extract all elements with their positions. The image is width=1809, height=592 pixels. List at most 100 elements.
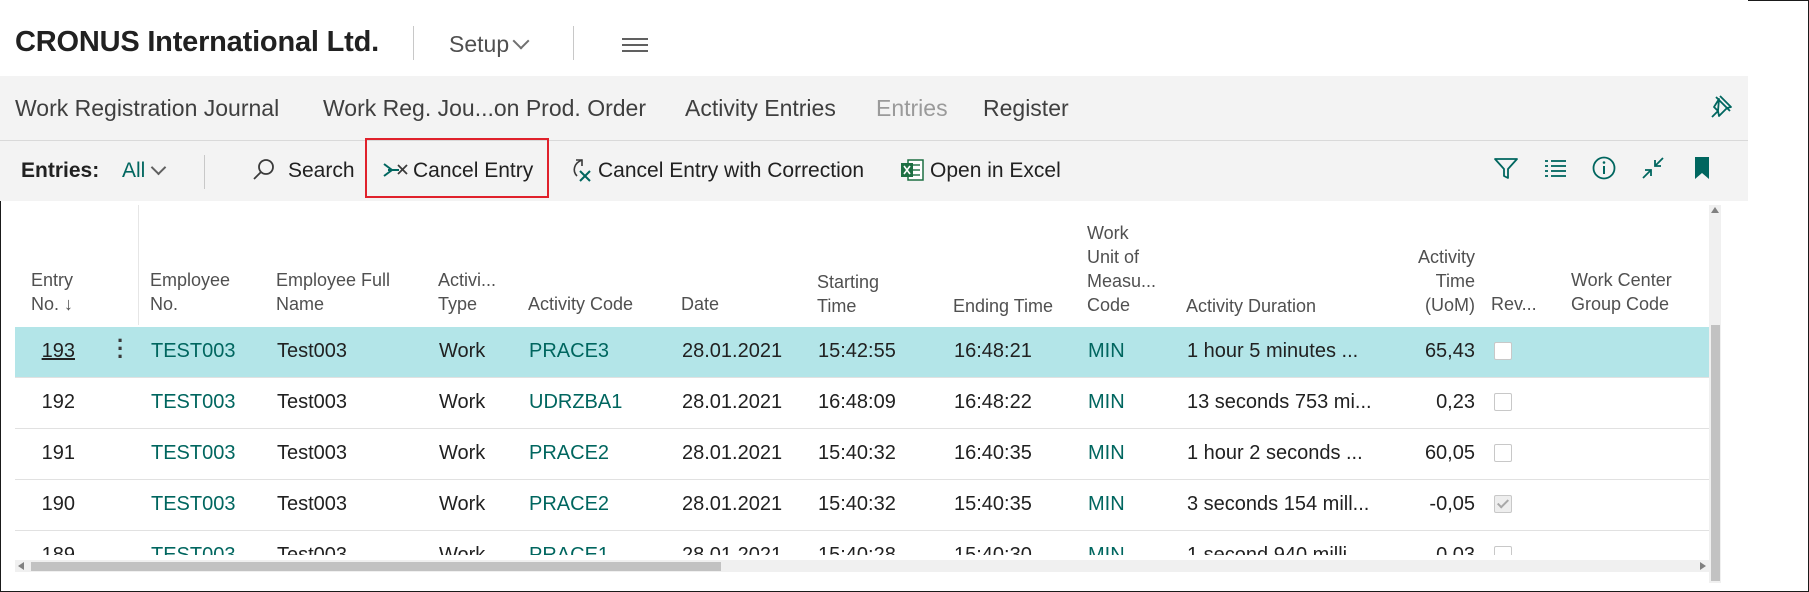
vertical-scroll-thumb[interactable] xyxy=(1711,325,1720,581)
pin-icon[interactable] xyxy=(1706,93,1734,121)
reversed-checkbox[interactable] xyxy=(1494,495,1512,513)
cell-employee-no[interactable]: TEST003 xyxy=(151,544,235,555)
cell-activity-time: -0,05 xyxy=(1429,493,1475,515)
cell-activity-type: Work xyxy=(439,493,486,515)
hamburger-menu-icon[interactable] xyxy=(622,38,648,56)
horizontal-scroll-thumb[interactable] xyxy=(31,562,721,571)
reversed-checkbox[interactable] xyxy=(1494,342,1512,360)
table-row[interactable]: 191 TEST003 Test003 Work PRACE2 28.01.20… xyxy=(15,429,1715,480)
row-actions-icon[interactable]: · · · xyxy=(117,330,124,368)
nav-activity-entries[interactable]: Activity Entries xyxy=(685,95,836,122)
cell-activity-duration: 1 second 940 milli... xyxy=(1187,544,1364,555)
search-label: Search xyxy=(288,159,355,182)
cancel-entry-highlight xyxy=(365,138,549,198)
col-activity-type[interactable]: Activi... Type xyxy=(438,268,496,316)
setup-label: Setup xyxy=(449,31,510,57)
cell-uom[interactable]: MIN xyxy=(1088,442,1125,465)
cell-activity-duration: 3 seconds 154 mill... xyxy=(1187,493,1370,515)
cell-date: 28.01.2021 xyxy=(682,493,783,515)
table-row[interactable]: 190 TEST003 Test003 Work PRACE2 28.01.20… xyxy=(15,480,1715,531)
horizontal-scrollbar[interactable] xyxy=(15,560,1709,572)
col-work-unit-line1: Work xyxy=(1087,223,1129,243)
entries-filter-dropdown[interactable]: All xyxy=(122,159,167,183)
cell-activity-code[interactable]: PRACE2 xyxy=(529,442,609,465)
col-date[interactable]: Date xyxy=(681,292,719,316)
cell-employee-name: Test003 xyxy=(277,493,348,515)
cell-activity-code[interactable]: PRACE2 xyxy=(529,493,609,516)
info-icon[interactable] xyxy=(1591,155,1617,181)
nav-entries[interactable]: Entries xyxy=(876,95,948,122)
nav-work-reg-prod-order[interactable]: Work Reg. Jou...on Prod. Order xyxy=(323,95,646,122)
col-ending-time[interactable]: Ending Time xyxy=(953,294,1053,318)
col-entry-no[interactable]: Entry No. ↓ xyxy=(31,268,73,316)
col-work-unit-line2: Unit of xyxy=(1087,247,1140,267)
entries-grid: Entry No. ↓ Employee No. Employee Full N… xyxy=(15,205,1715,555)
cell-activity-type: Work xyxy=(439,442,486,464)
cell-activity-code[interactable]: PRACE3 xyxy=(529,340,609,363)
nav-register[interactable]: Register xyxy=(983,95,1069,122)
col-employee-no-line1: Employee xyxy=(150,270,231,290)
cell-employee-name: Test003 xyxy=(277,442,348,464)
setup-menu[interactable]: Setup xyxy=(449,31,530,58)
cancel-correction-icon xyxy=(573,159,591,182)
header-divider xyxy=(573,26,574,60)
col-employee-no[interactable]: Employee No. xyxy=(150,268,230,316)
col-employee-full-name-line1: Employee Full xyxy=(276,270,391,290)
cell-uom[interactable]: MIN xyxy=(1088,493,1125,516)
cell-employee-no[interactable]: TEST003 xyxy=(151,340,235,363)
nav-work-registration-journal[interactable]: Work Registration Journal xyxy=(15,95,279,122)
open-in-excel-label: Open in Excel xyxy=(930,159,1061,182)
toolbar-divider xyxy=(204,155,205,189)
cell-employee-name: Test003 xyxy=(277,391,348,413)
cell-ending-time: 15:40:35 xyxy=(954,493,1032,515)
filter-icon[interactable] xyxy=(1493,155,1519,181)
bookmark-icon[interactable] xyxy=(1689,155,1715,181)
cell-ending-time: 16:48:21 xyxy=(954,340,1032,362)
reversed-checkbox[interactable] xyxy=(1494,546,1512,555)
scroll-up-icon[interactable] xyxy=(1711,207,1719,213)
col-employee-full-name-line2: Name xyxy=(276,294,325,314)
col-employee-full-name[interactable]: Employee Full Name xyxy=(276,268,390,316)
cell-uom[interactable]: MIN xyxy=(1088,391,1125,414)
action-nav-bar: Work Registration Journal Work Reg. Jou.… xyxy=(0,76,1748,141)
cell-entry-no[interactable]: 193 xyxy=(35,340,75,363)
cell-uom[interactable]: MIN xyxy=(1088,544,1125,555)
col-activity-duration[interactable]: Activity Duration xyxy=(1186,294,1316,318)
cell-employee-no[interactable]: TEST003 xyxy=(151,493,235,516)
col-reversed[interactable]: Rev... xyxy=(1491,292,1537,316)
cell-activity-code[interactable]: PRACE1 xyxy=(529,544,609,555)
col-starting-time[interactable]: Starting Time xyxy=(817,270,879,318)
col-work-center-group[interactable]: Work Center Group Code xyxy=(1571,268,1672,316)
cell-entry-no[interactable]: 189 xyxy=(35,544,75,555)
col-work-unit-line4: Code xyxy=(1087,295,1131,315)
col-activity-code[interactable]: Activity Code xyxy=(528,292,633,316)
cell-entry-no[interactable]: 190 xyxy=(35,493,75,516)
col-work-unit-code[interactable]: Work Unit of Measu... Code xyxy=(1087,221,1156,317)
col-activity-type-line1: Activi... xyxy=(438,270,497,290)
list-view-icon[interactable] xyxy=(1542,155,1568,181)
cell-activity-code[interactable]: UDRZBA1 xyxy=(529,391,622,414)
cell-employee-name: Test003 xyxy=(277,544,348,555)
col-activity-time-line3: (UoM) xyxy=(1425,295,1475,315)
cell-entry-no[interactable]: 192 xyxy=(35,391,75,414)
scroll-right-icon[interactable] xyxy=(1700,562,1706,570)
cell-date: 28.01.2021 xyxy=(682,391,783,413)
company-name[interactable]: CRONUS International Ltd. xyxy=(15,26,379,59)
scroll-left-icon[interactable] xyxy=(18,562,24,570)
col-entry-no-line1: Entry xyxy=(31,270,74,290)
cell-employee-no[interactable]: TEST003 xyxy=(151,391,235,414)
cell-employee-no[interactable]: TEST003 xyxy=(151,442,235,465)
reversed-checkbox[interactable] xyxy=(1494,393,1512,411)
table-row[interactable]: 189 TEST003 Test003 Work PRACE1 28.01.20… xyxy=(15,531,1715,555)
cell-uom[interactable]: MIN xyxy=(1088,340,1125,363)
reversed-checkbox[interactable] xyxy=(1494,444,1512,462)
col-employee-no-line2: No. xyxy=(150,294,179,314)
collapse-icon[interactable] xyxy=(1640,155,1666,181)
col-starting-time-line1: Starting xyxy=(817,272,880,292)
cell-entry-no[interactable]: 191 xyxy=(35,442,75,465)
col-activity-time[interactable]: Activity Time (UoM) xyxy=(1395,245,1475,317)
vertical-scrollbar[interactable] xyxy=(1709,205,1721,583)
table-row[interactable]: 193 · · · TEST003 Test003 Work PRACE3 28.0… xyxy=(15,327,1715,378)
cell-activity-duration: 1 hour 2 seconds ... xyxy=(1187,442,1363,464)
table-row[interactable]: 192 TEST003 Test003 Work UDRZBA1 28.01.2… xyxy=(15,378,1715,429)
